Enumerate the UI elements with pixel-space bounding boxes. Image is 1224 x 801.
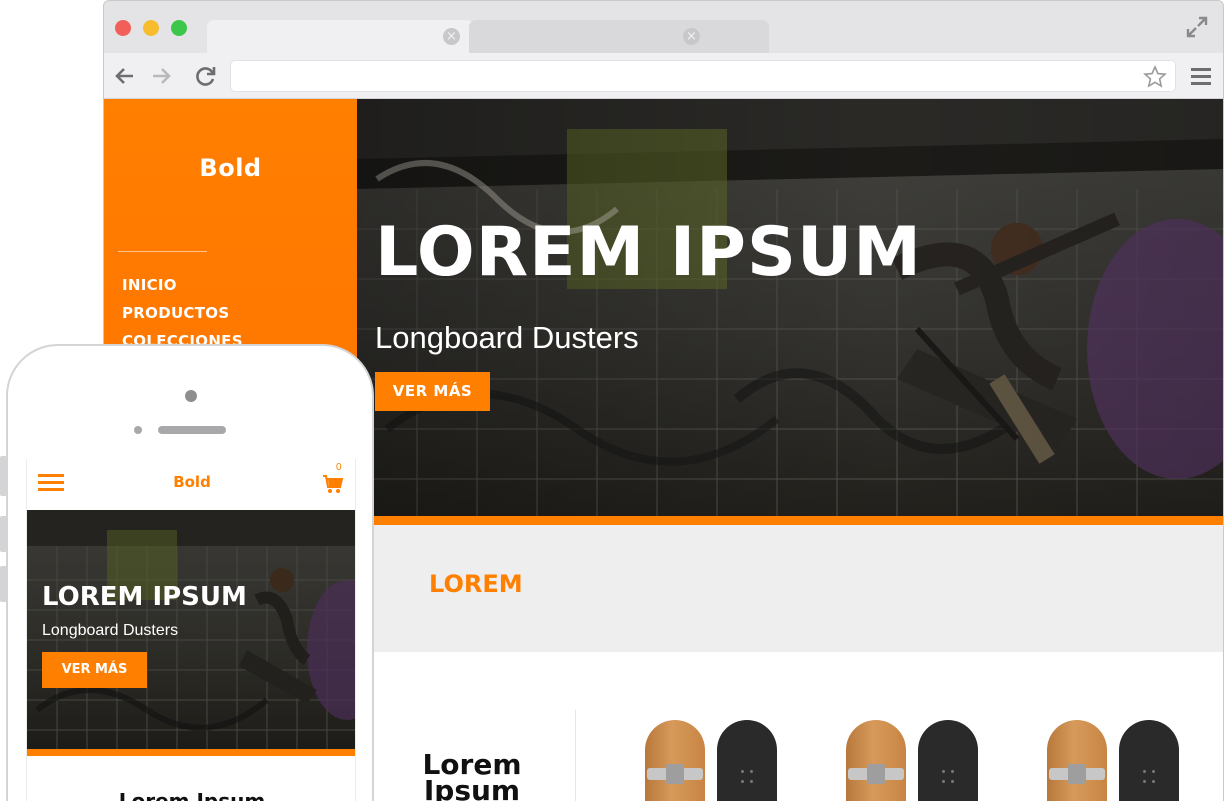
sidebar-nav: INICIO PRODUCTOS COLECCIONES [122, 271, 243, 355]
sidebar-item-productos[interactable]: PRODUCTOS [122, 299, 243, 327]
bolt-dot [741, 780, 744, 783]
phone-side-button [0, 456, 6, 496]
truck-baseplate [867, 764, 885, 784]
tab-close-icon[interactable]: × [443, 28, 460, 45]
phone-mockup: Bold 0 LOREM IPSUM Longboard Dusters VER… [0, 344, 374, 801]
bolt-dot [1143, 770, 1146, 773]
menu-icon[interactable] [1189, 64, 1213, 88]
forward-arrow-icon[interactable] [148, 63, 174, 89]
phone-speaker [158, 426, 226, 434]
bolt-dot [1152, 780, 1155, 783]
mobile-logo[interactable]: Bold [27, 473, 355, 491]
products-section: Lorem Ipsum [357, 652, 1223, 801]
skateboard-griptape-image [717, 720, 777, 801]
bolt-dot [942, 770, 945, 773]
phone-camera [185, 390, 197, 402]
mobile-hero: LOREM IPSUM Longboard Dusters VER MÁS [27, 510, 355, 749]
expand-icon[interactable] [1185, 15, 1209, 39]
bolt-dot [951, 770, 954, 773]
skateboard-griptape-image [1119, 720, 1179, 801]
skateboard-deck-image [1047, 720, 1107, 801]
cart-icon[interactable] [322, 473, 344, 495]
hero-overlay [357, 99, 1223, 516]
truck-baseplate [666, 764, 684, 784]
bolt-dot [741, 770, 744, 773]
product-card[interactable] [846, 720, 978, 801]
skateboard-deck-image [846, 720, 906, 801]
hero-banner: LOREM IPSUM Longboard Dusters VER MÁS [357, 99, 1223, 516]
sidebar-item-inicio[interactable]: INICIO [122, 271, 243, 299]
tab-inactive[interactable]: × [469, 20, 769, 53]
mobile-hero-title: LOREM IPSUM [42, 582, 247, 612]
bolt-dot [951, 780, 954, 783]
products-heading-line2: Ipsum [423, 774, 521, 801]
sidebar-divider [118, 251, 207, 252]
reload-icon[interactable] [193, 63, 219, 89]
site-logo[interactable]: Bold [104, 154, 357, 182]
mobile-header: Bold 0 [27, 459, 355, 510]
bolt-dot [750, 770, 753, 773]
hero-subtitle: Longboard Dusters [375, 320, 639, 355]
mobile-hero-subtitle: Longboard Dusters [42, 622, 179, 639]
tab-close-icon[interactable]: × [683, 28, 700, 45]
phone-screen: Bold 0 LOREM IPSUM Longboard Dusters VER… [26, 459, 356, 801]
product-card[interactable] [645, 720, 777, 801]
ver-mas-button[interactable]: VER MÁS [375, 372, 490, 411]
bolt-dot [942, 780, 945, 783]
skateboard-deck-image [645, 720, 705, 801]
products-heading: Lorem Ipsum [402, 751, 542, 801]
section-title: LOREM [429, 570, 523, 598]
mobile-accent-bar [27, 749, 355, 756]
star-icon[interactable] [1142, 64, 1168, 90]
mobile-ver-mas-button[interactable]: VER MÁS [42, 652, 147, 688]
truck-baseplate [1068, 764, 1086, 784]
product-card[interactable] [1047, 720, 1179, 801]
mobile-section-heading: Lorem Ipsum [118, 789, 266, 801]
minimize-window-button[interactable] [143, 20, 159, 36]
phone-side-button [0, 566, 6, 602]
phone-side-button [0, 516, 6, 552]
section-band: LOREM [357, 525, 1223, 652]
tab-bar: × × [104, 1, 1223, 53]
skateboard-griptape-image [918, 720, 978, 801]
browser-toolbar [104, 53, 1223, 99]
hero-title: LOREM IPSUM [375, 213, 922, 292]
back-arrow-icon[interactable] [112, 63, 138, 89]
zoom-window-button[interactable] [171, 20, 187, 36]
products-divider [575, 710, 576, 801]
phone-sensor [134, 426, 142, 434]
bolt-dot [1152, 770, 1155, 773]
address-bar[interactable] [230, 60, 1176, 92]
tab-active[interactable]: × [207, 20, 473, 53]
bolt-dot [750, 780, 753, 783]
bolt-dot [1143, 780, 1146, 783]
close-window-button[interactable] [115, 20, 131, 36]
hero-accent-bar [357, 516, 1223, 525]
cart-count-badge: 0 [336, 462, 342, 473]
